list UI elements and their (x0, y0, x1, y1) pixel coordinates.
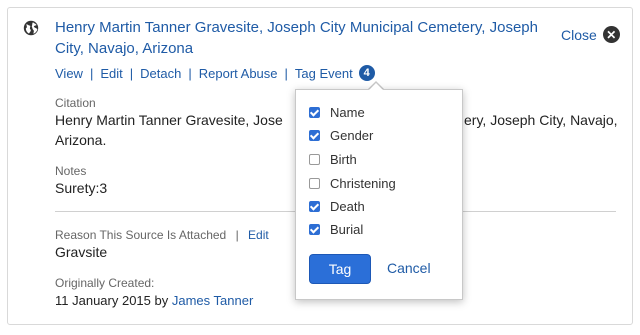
close-button[interactable]: Close ✕ (561, 26, 620, 43)
tag-button[interactable]: Tag (309, 254, 371, 284)
citation-text-line1: Henry Martin Tanner Gravesite, Jose (55, 112, 283, 128)
notes-label: Notes (55, 164, 87, 178)
tag-option-christening[interactable]: Christening (309, 176, 396, 191)
created-by: by (154, 293, 169, 308)
edit-link[interactable]: Edit (100, 66, 122, 81)
detach-link[interactable]: Detach (140, 66, 181, 81)
reason-label: Reason This Source Is Attached (55, 228, 227, 242)
checkbox-icon[interactable] (309, 130, 320, 141)
tag-option-death[interactable]: Death (309, 199, 365, 214)
report-abuse-link[interactable]: Report Abuse (199, 66, 278, 81)
tag-option-burial[interactable]: Burial (309, 222, 363, 237)
notes-text: Surety:3 (55, 180, 108, 196)
checkbox-icon[interactable] (309, 154, 320, 165)
checkbox-icon[interactable] (309, 224, 320, 235)
close-label: Close (561, 26, 597, 43)
checkbox-icon[interactable] (309, 178, 320, 189)
separator: | (89, 65, 94, 81)
tag-event-link[interactable]: Tag Event (295, 66, 353, 81)
tag-option-label: Death (330, 199, 365, 214)
source-title[interactable]: Henry Martin Tanner Gravesite, Joseph Ci… (55, 17, 545, 59)
tag-option-name[interactable]: Name (309, 105, 365, 120)
created-row: 11 January 2015 by James Tanner (55, 291, 253, 311)
tag-option-label: Gender (330, 128, 374, 143)
popup-arrow-inner (368, 83, 384, 91)
citation-text-line2: Arizona. (55, 132, 107, 148)
tag-event-popup: Name Gender Birth Christening Death Buri… (295, 89, 463, 300)
reason-label-row: Reason This Source Is Attached | Edit (55, 228, 269, 242)
separator: | (235, 228, 239, 242)
tag-option-birth[interactable]: Birth (309, 152, 357, 167)
view-link[interactable]: View (55, 66, 83, 81)
citation-label: Citation (55, 96, 96, 110)
tag-option-gender[interactable]: Gender (309, 128, 373, 143)
separator: | (188, 65, 192, 81)
tag-option-label: Christening (330, 176, 396, 191)
globe-icon (23, 20, 39, 36)
cancel-button[interactable]: Cancel (387, 260, 431, 276)
tag-option-label: Birth (330, 152, 357, 167)
created-author-link[interactable]: James Tanner (172, 293, 253, 308)
tag-option-label: Burial (330, 222, 364, 237)
citation-text-line1-end: ery, Joseph City, Navajo, (464, 112, 618, 128)
checkbox-icon[interactable] (309, 201, 320, 212)
reason-edit-link[interactable]: Edit (248, 228, 269, 242)
separator: | (129, 65, 134, 81)
checkbox-icon[interactable] (309, 107, 320, 118)
created-label: Originally Created: (55, 276, 155, 290)
tag-option-label: Name (330, 105, 365, 120)
created-date: 11 January 2015 (55, 293, 151, 308)
reason-text: Gravsite (55, 244, 108, 260)
separator: | (284, 65, 288, 81)
source-actions: View | Edit | Detach | Report Abuse | Ta… (55, 65, 375, 81)
tag-count-badge: 4 (358, 65, 375, 81)
close-icon: ✕ (602, 26, 620, 43)
